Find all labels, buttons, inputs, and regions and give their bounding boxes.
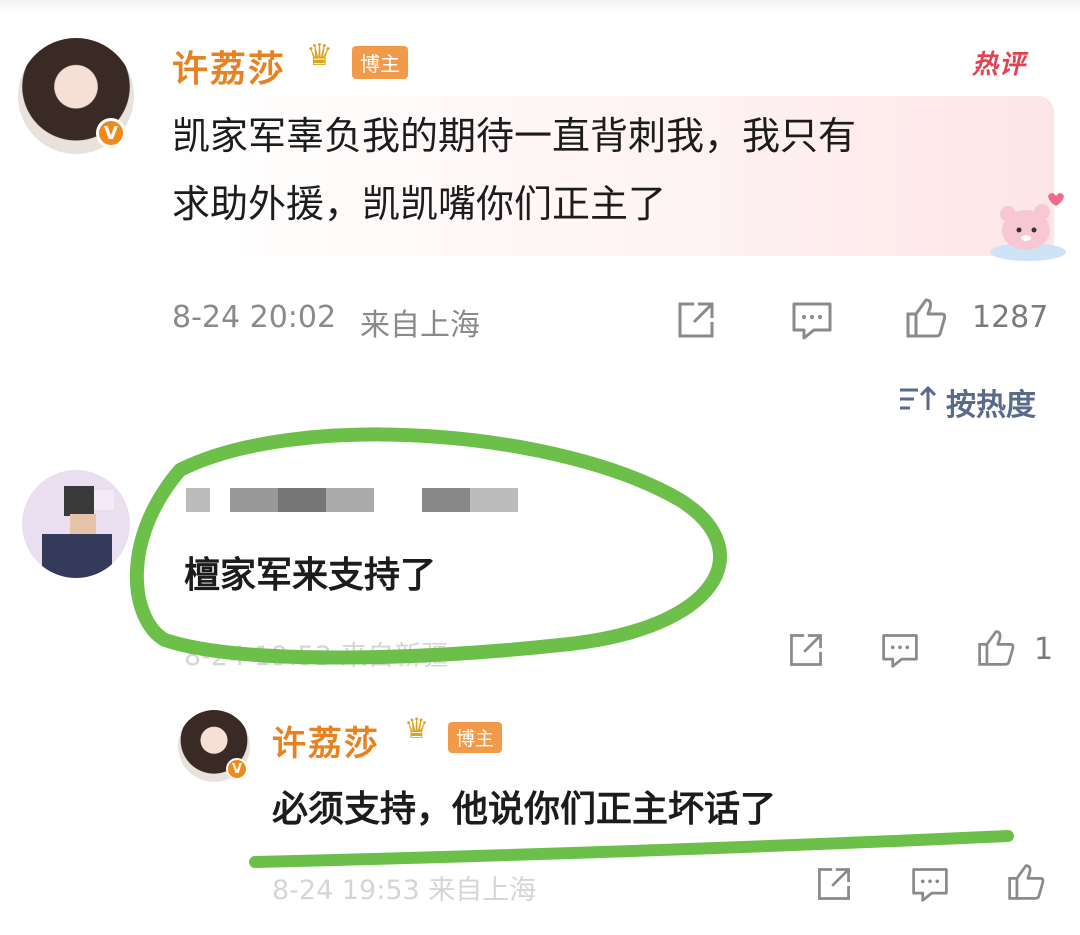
sticker-bear-icon bbox=[990, 193, 1066, 261]
hot-comment-badge: 热评 bbox=[972, 50, 1027, 80]
reply-text: 必须支持，他说你们正主坏话了 bbox=[272, 789, 777, 830]
blurred-username bbox=[186, 488, 546, 512]
share-icon[interactable] bbox=[786, 630, 826, 670]
like-icon[interactable] bbox=[976, 628, 1016, 668]
comment-timestamp: 8-24 20:02 bbox=[172, 300, 337, 335]
like-icon[interactable] bbox=[1006, 862, 1046, 902]
comment-location: 来自上海 bbox=[360, 308, 480, 343]
sort-button[interactable]: 按热度 bbox=[946, 380, 1036, 424]
comment-text-line1: 凯家军辜负我的期待一直背刺我，我只有 bbox=[172, 114, 857, 158]
author-tag: 博主 bbox=[448, 722, 503, 753]
comment-text-line2: 求助外援，凯凯嘴你们正主了 bbox=[172, 182, 667, 226]
reply-meta-faded: 8-24 19:53 来自上海 bbox=[272, 875, 537, 906]
comment-text: 檀家军来支持了 bbox=[184, 555, 437, 596]
annotation-underline bbox=[249, 830, 1014, 868]
verified-icon: V bbox=[226, 758, 248, 780]
sort-icon[interactable] bbox=[898, 384, 938, 414]
share-icon[interactable] bbox=[674, 298, 718, 342]
like-count: 1 bbox=[1034, 632, 1054, 667]
share-icon[interactable] bbox=[814, 864, 854, 904]
author-tag: 博主 bbox=[352, 46, 408, 79]
comment-icon[interactable] bbox=[880, 630, 920, 670]
reply-username[interactable]: 许荔莎 bbox=[272, 716, 380, 765]
avatar-blurred[interactable] bbox=[22, 470, 130, 578]
top-fade bbox=[0, 0, 1080, 14]
verified-icon: V bbox=[96, 118, 126, 148]
comment-username[interactable]: 许荔莎 bbox=[172, 40, 286, 92]
comment-icon[interactable] bbox=[790, 298, 834, 342]
crown-icon: ♛ bbox=[306, 38, 333, 73]
comment-meta-faded: 8-24 19:53 来自新疆 bbox=[184, 641, 449, 672]
comment-icon[interactable] bbox=[910, 864, 950, 904]
crown-icon: ♛ bbox=[404, 712, 430, 745]
like-count: 1287 bbox=[972, 300, 1049, 335]
like-icon[interactable] bbox=[904, 296, 948, 340]
